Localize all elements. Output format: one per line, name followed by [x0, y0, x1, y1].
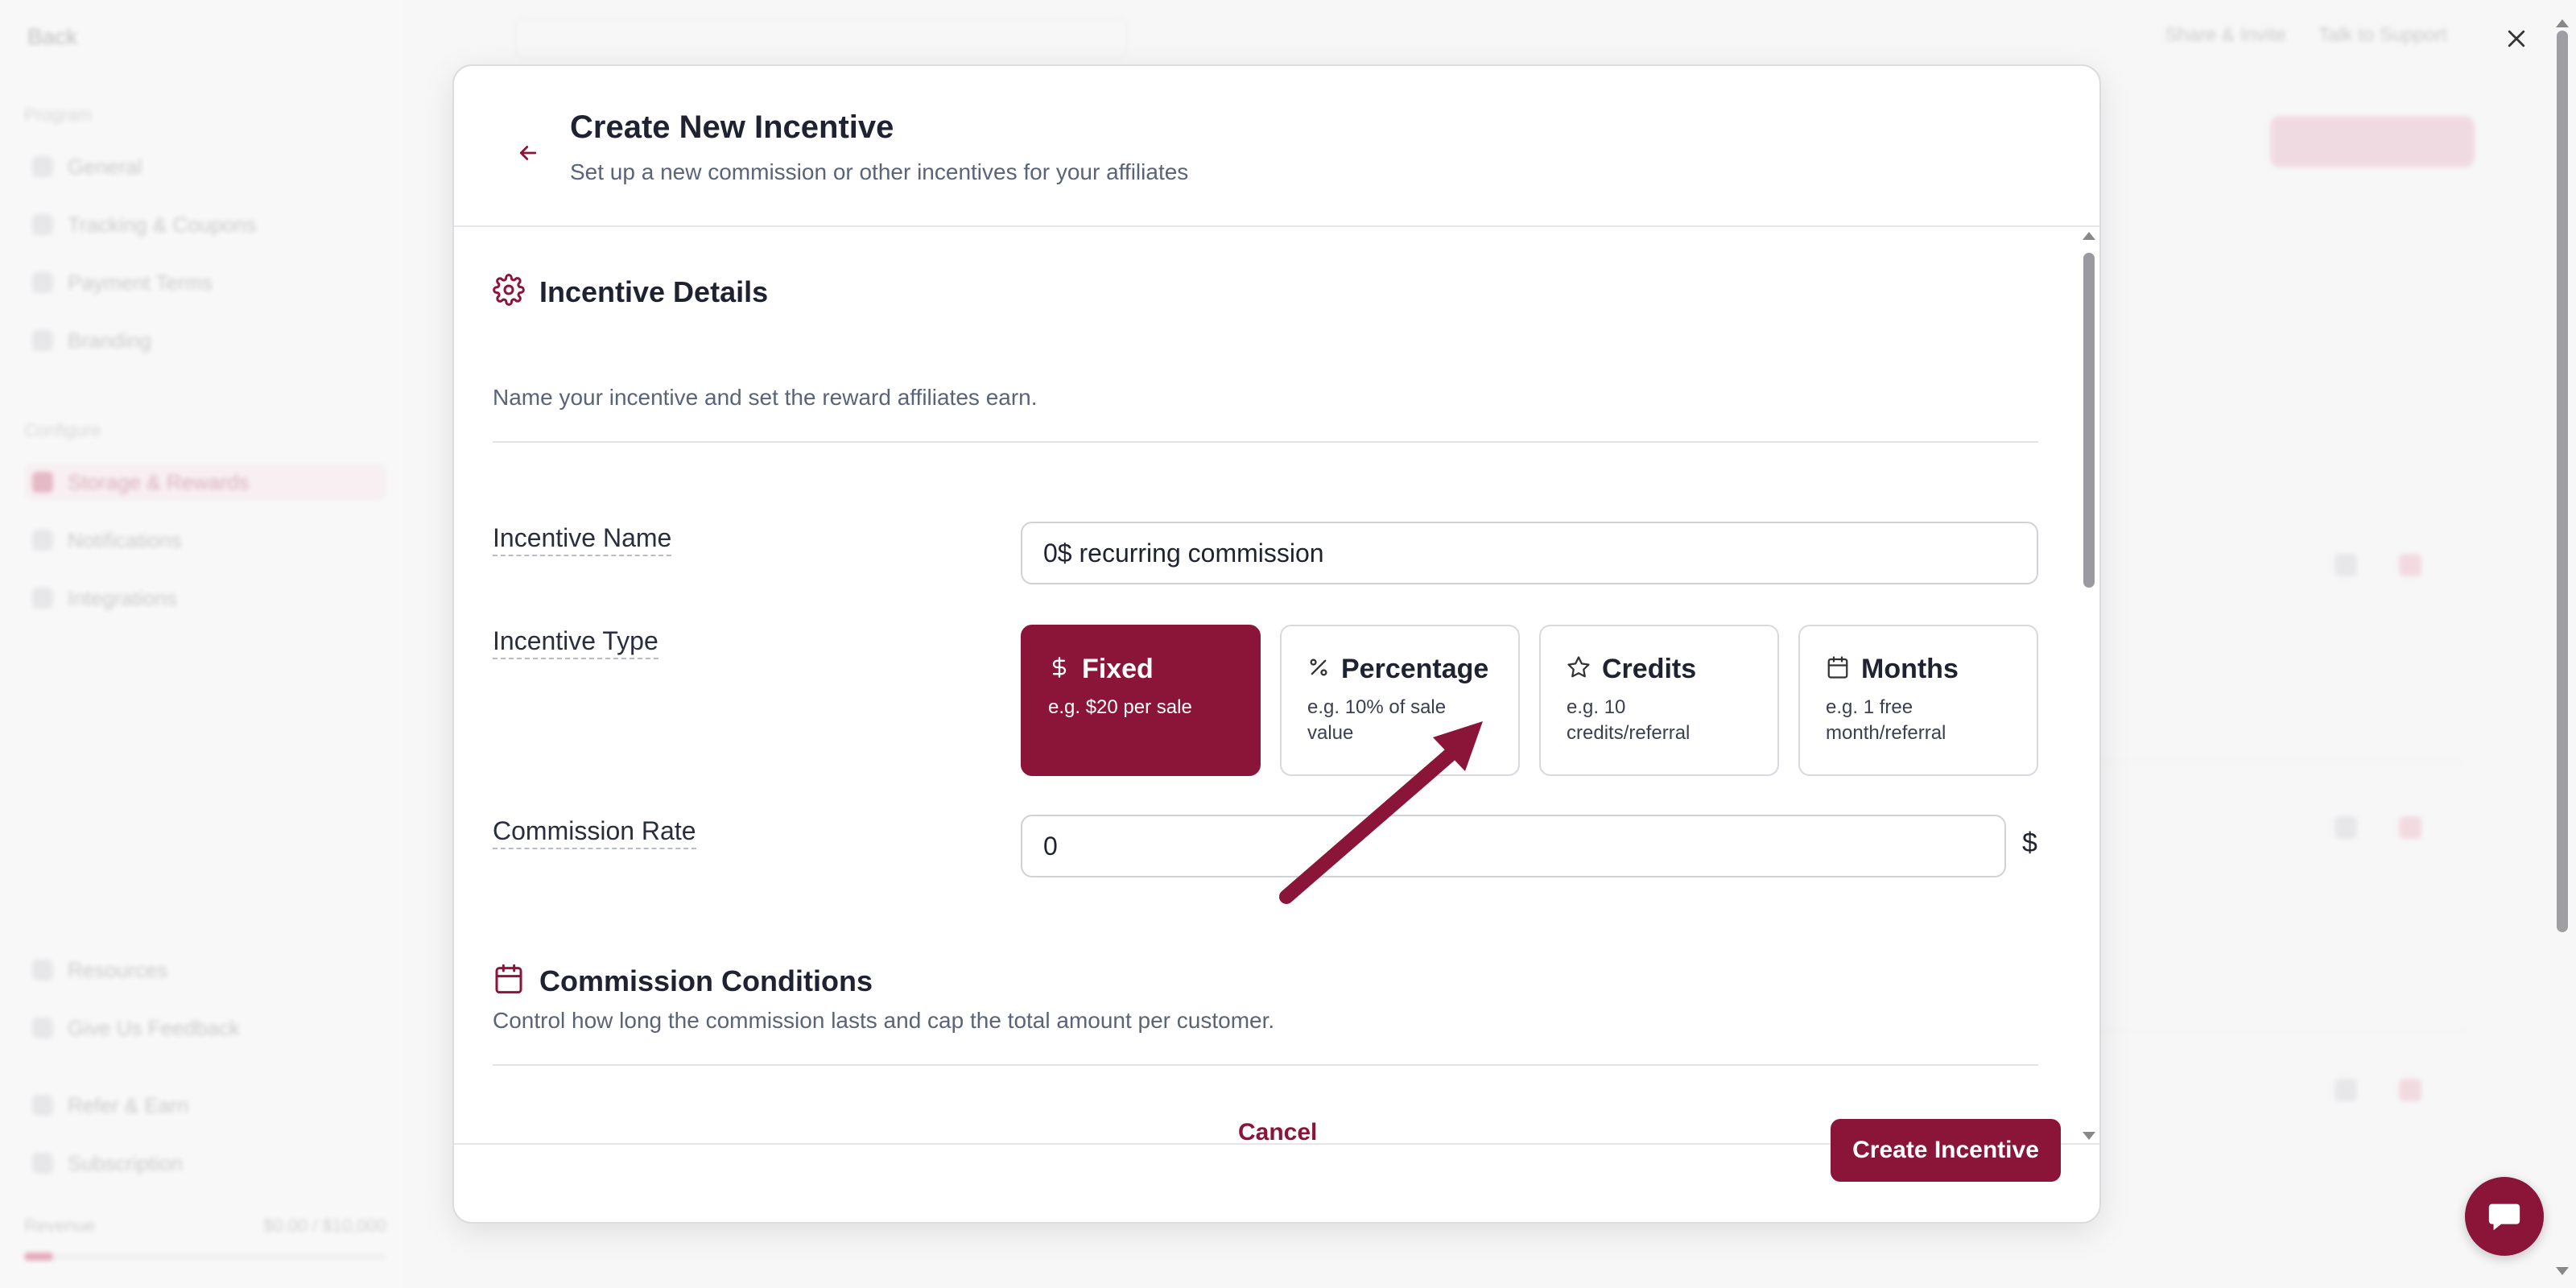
modal-subtitle: Set up a new commission or other incenti… — [570, 159, 1189, 184]
back-arrow-icon[interactable] — [509, 134, 547, 172]
incentive-name-input[interactable] — [1021, 522, 2038, 584]
section-divider — [493, 1064, 2038, 1066]
section-title: Incentive Details — [539, 275, 769, 308]
incentive-type-months[interactable]: Months e.g. 1 free month/referral — [1798, 625, 2038, 776]
dollar-icon — [1048, 656, 1071, 683]
create-incentive-button[interactable]: Create Incentive — [1831, 1119, 2061, 1182]
incentive-type-label: Incentive Type — [493, 626, 658, 659]
incentive-type-fixed[interactable]: Fixed e.g. $20 per sale — [1021, 625, 1261, 776]
calendar-icon — [493, 963, 525, 999]
gear-icon — [493, 274, 525, 310]
chat-icon[interactable] — [2465, 1177, 2544, 1256]
section-title: Commission Conditions — [539, 964, 873, 997]
close-icon[interactable] — [2500, 23, 2533, 55]
cancel-button[interactable]: Cancel — [1238, 1119, 1317, 1146]
section-description: Control how long the commission lasts an… — [493, 1008, 1275, 1033]
modal-title: Create New Incentive — [570, 109, 894, 145]
currency-unit: $ — [2022, 828, 2037, 858]
annotation-arrow-icon — [1279, 721, 1483, 904]
create-incentive-modal: Create New Incentive Set up a new commis… — [452, 64, 2101, 1224]
modal-header: Create New Incentive Set up a new commis… — [454, 66, 2099, 227]
incentive-details-header: Incentive Details — [493, 274, 768, 310]
commission-rate-label: Commission Rate — [493, 816, 696, 849]
page-scrollbar[interactable] — [2553, 19, 2571, 1275]
incentive-type-credits[interactable]: Credits e.g. 10 credits/referral — [1539, 625, 1779, 776]
percent-icon — [1307, 656, 1330, 683]
star-icon — [1567, 655, 1591, 683]
section-divider — [493, 441, 2038, 443]
section-description: Name your incentive and set the reward a… — [493, 385, 1038, 410]
commission-conditions-header: Commission Conditions — [493, 963, 873, 999]
modal-scrollbar[interactable] — [2080, 232, 2098, 1140]
incentive-name-label: Incentive Name — [493, 523, 672, 556]
calendar-icon — [1826, 655, 1850, 683]
modal-body: Incentive Details Name your incentive an… — [454, 229, 2070, 1143]
